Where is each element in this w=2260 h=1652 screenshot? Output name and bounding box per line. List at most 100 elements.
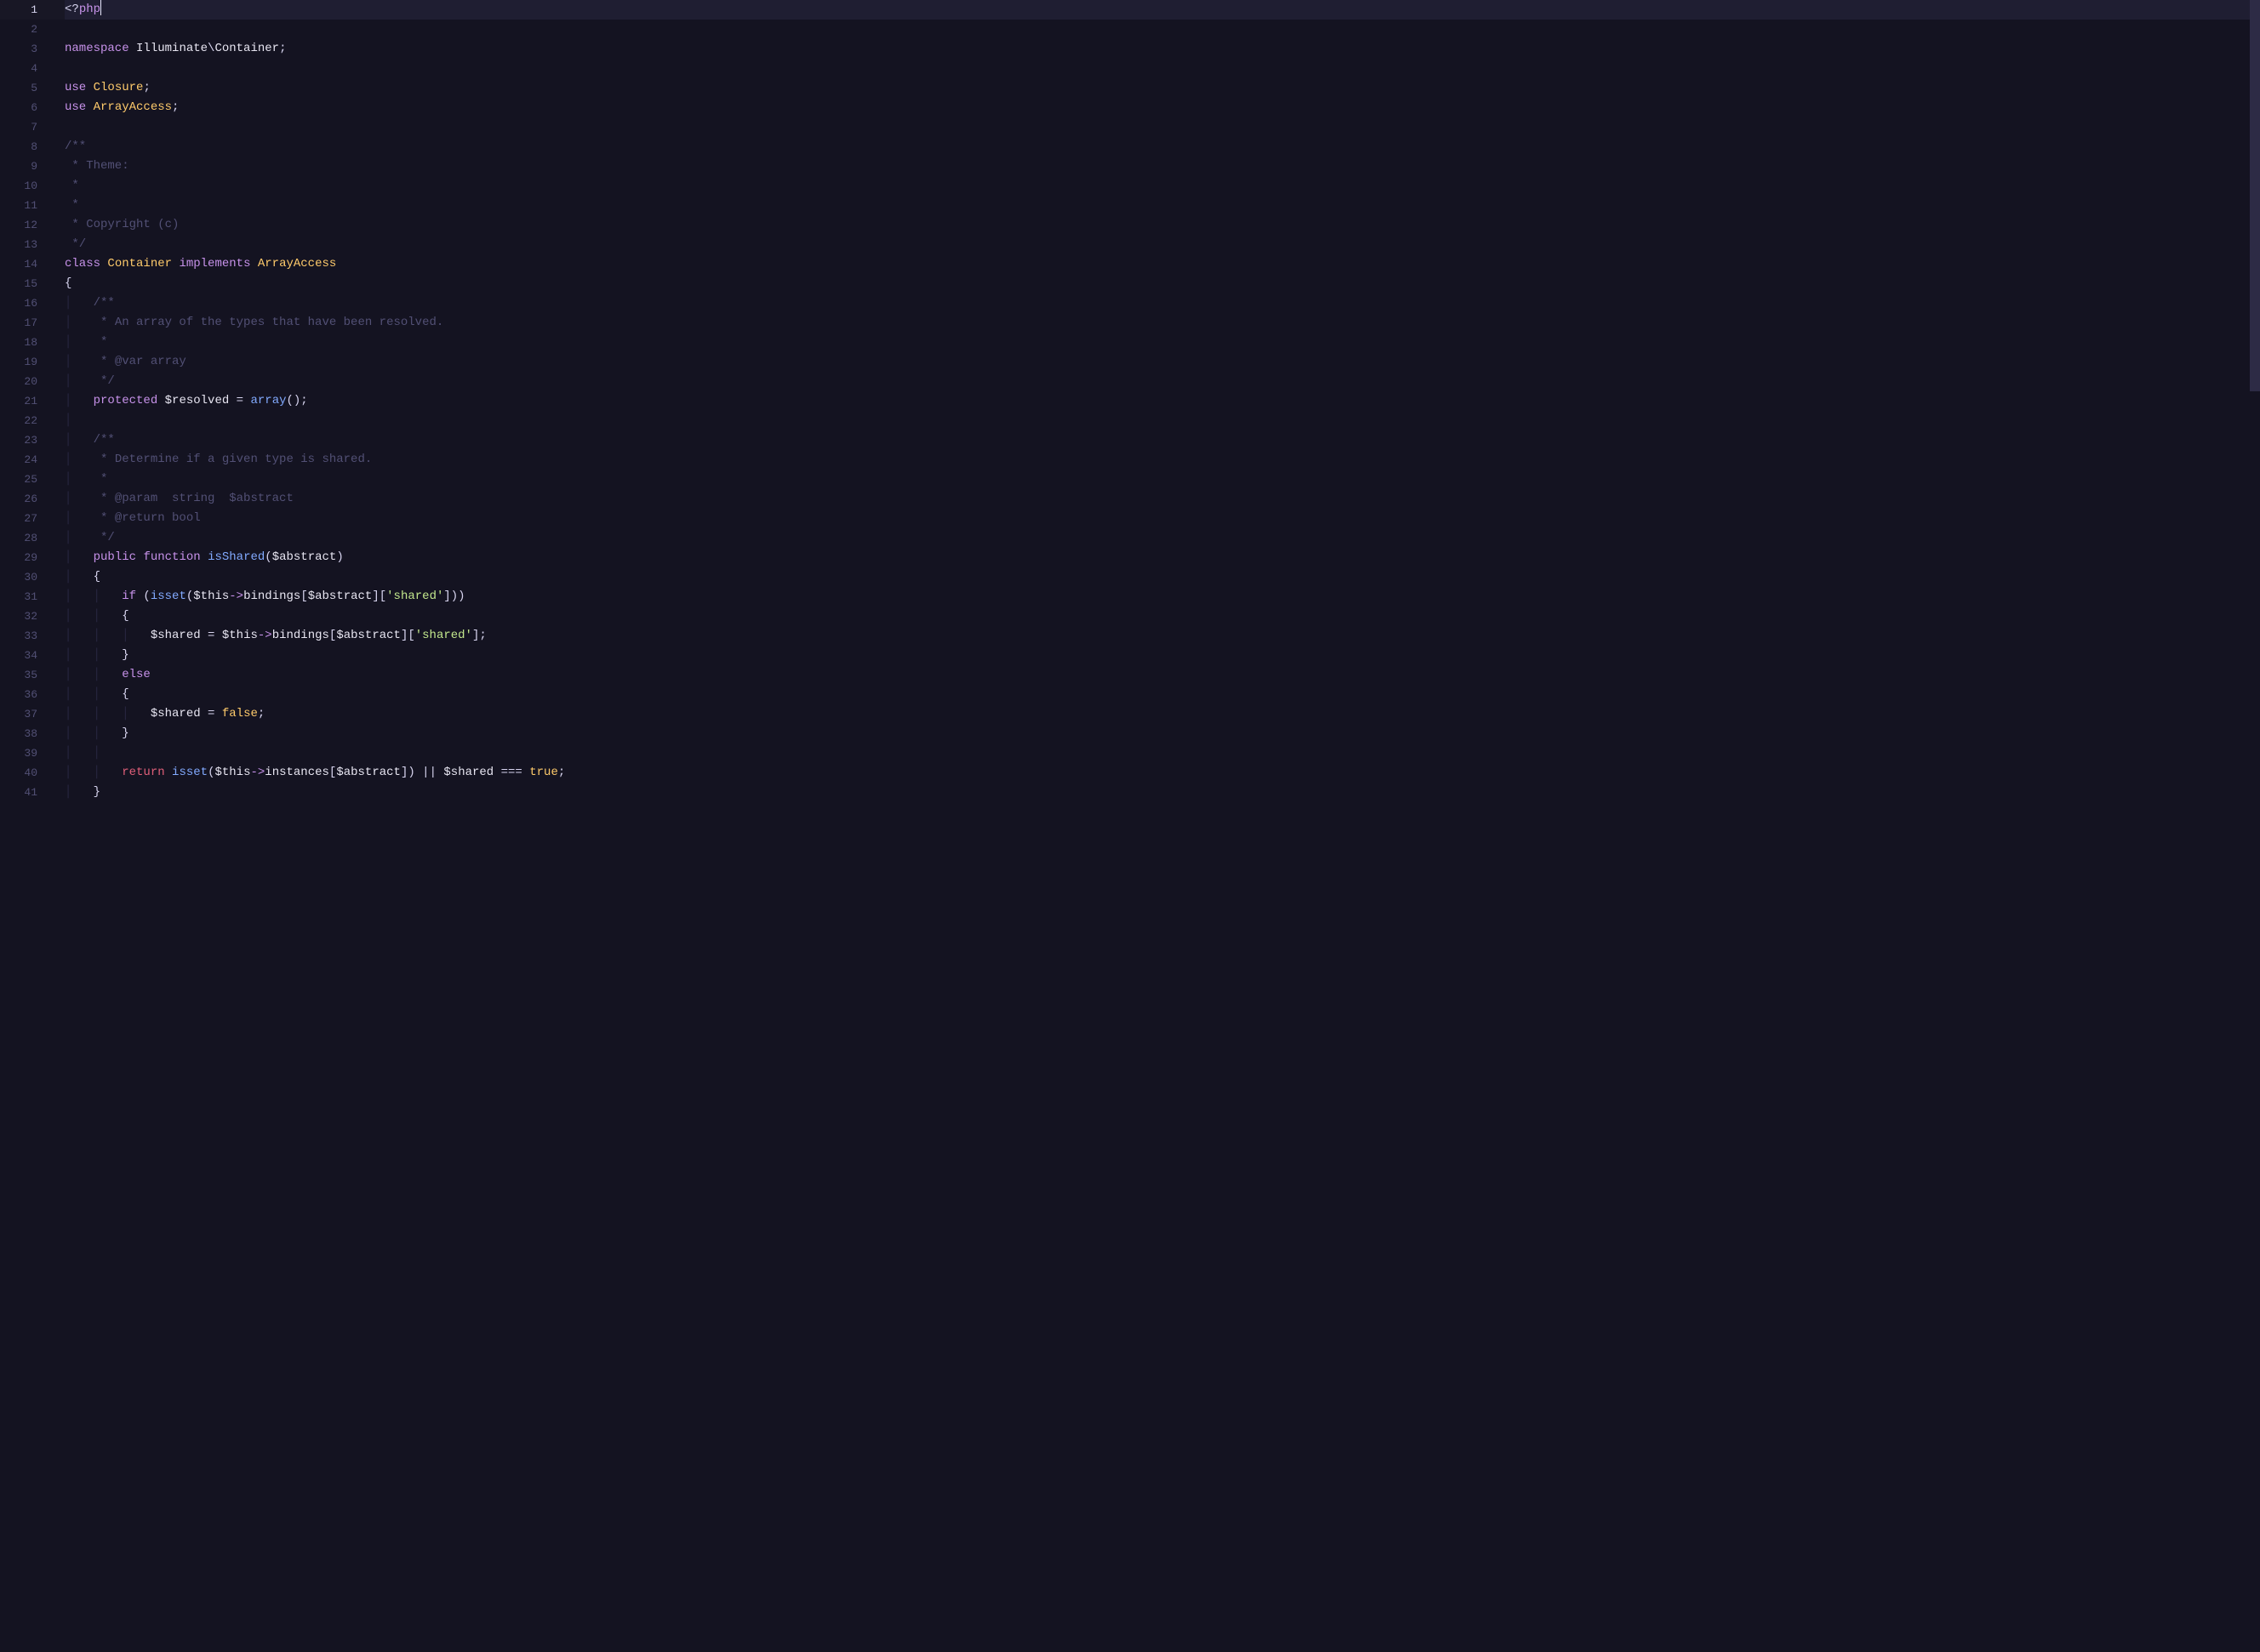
line-number[interactable]: 24 — [0, 450, 37, 470]
line-number[interactable]: 26 — [0, 489, 37, 509]
code-token: instances — [265, 766, 329, 779]
line-number[interactable]: 25 — [0, 470, 37, 489]
code-line[interactable]: * — [65, 176, 2250, 196]
code-line[interactable]: │ /** — [65, 430, 2250, 450]
code-line[interactable]: │ } — [65, 783, 2250, 802]
code-line[interactable]: │ * — [65, 470, 2250, 489]
code-line[interactable] — [65, 59, 2250, 78]
code-line[interactable]: │ * — [65, 333, 2250, 352]
code-token: /** — [94, 296, 115, 310]
line-number[interactable]: 34 — [0, 646, 37, 665]
code-editor[interactable]: 1234567891011121314151617181920212223242… — [0, 0, 2260, 1652]
code-token: -> — [250, 766, 265, 779]
code-line[interactable]: { — [65, 274, 2250, 293]
code-line[interactable]: │ /** — [65, 293, 2250, 313]
line-number[interactable]: 17 — [0, 313, 37, 333]
code-line[interactable]: <?php — [65, 0, 2250, 20]
line-number[interactable]: 19 — [0, 352, 37, 372]
line-number[interactable]: 41 — [0, 783, 37, 802]
code-token — [214, 629, 221, 642]
line-number[interactable]: 18 — [0, 333, 37, 352]
line-number[interactable]: 7 — [0, 117, 37, 137]
code-line[interactable] — [65, 20, 2250, 39]
code-line[interactable]: class Container implements ArrayAccess — [65, 254, 2250, 274]
vertical-scrollbar-track[interactable] — [2250, 0, 2260, 1652]
code-line[interactable]: │ */ — [65, 372, 2250, 391]
line-number-gutter[interactable]: 1234567891011121314151617181920212223242… — [0, 0, 53, 1652]
line-number[interactable]: 4 — [0, 59, 37, 78]
line-number[interactable]: 16 — [0, 293, 37, 313]
line-number[interactable]: 13 — [0, 235, 37, 254]
code-line[interactable]: │ │ │ $shared = false; — [65, 704, 2250, 724]
code-token: ]) — [401, 766, 422, 779]
code-line[interactable]: │ { — [65, 567, 2250, 587]
line-number[interactable]: 30 — [0, 567, 37, 587]
line-number[interactable]: 39 — [0, 743, 37, 763]
code-token — [229, 394, 236, 407]
line-number[interactable]: 27 — [0, 509, 37, 528]
code-line[interactable]: use Closure; — [65, 78, 2250, 98]
code-token: class — [65, 257, 100, 271]
code-line[interactable]: │ public function isShared($abstract) — [65, 548, 2250, 567]
line-number[interactable]: 36 — [0, 685, 37, 704]
code-line[interactable]: */ — [65, 235, 2250, 254]
code-line[interactable]: │ * Determine if a given type is shared. — [65, 450, 2250, 470]
line-number[interactable]: 29 — [0, 548, 37, 567]
line-number[interactable]: 5 — [0, 78, 37, 98]
code-line[interactable]: /** — [65, 137, 2250, 157]
code-token: │ — [65, 433, 94, 447]
code-line[interactable]: │ */ — [65, 528, 2250, 548]
code-line[interactable]: * — [65, 196, 2250, 215]
code-line[interactable]: │ │ — [65, 743, 2250, 763]
line-number[interactable]: 31 — [0, 587, 37, 607]
code-line[interactable]: │ │ else — [65, 665, 2250, 685]
code-line[interactable]: │ │ } — [65, 724, 2250, 743]
code-line[interactable]: │ * An array of the types that have been… — [65, 313, 2250, 333]
line-number[interactable]: 32 — [0, 607, 37, 626]
line-number[interactable]: 2 — [0, 20, 37, 39]
line-number[interactable]: 12 — [0, 215, 37, 235]
code-line[interactable]: │ protected $resolved = array(); — [65, 391, 2250, 411]
code-token: * @return bool — [94, 511, 201, 525]
line-number[interactable]: 15 — [0, 274, 37, 293]
code-line[interactable]: │ │ │ $shared = $this->bindings[$abstrac… — [65, 626, 2250, 646]
line-number[interactable]: 38 — [0, 724, 37, 743]
line-number[interactable]: 14 — [0, 254, 37, 274]
line-number[interactable]: 8 — [0, 137, 37, 157]
line-number[interactable]: 22 — [0, 411, 37, 430]
code-line[interactable] — [65, 117, 2250, 137]
code-line[interactable]: use ArrayAccess; — [65, 98, 2250, 117]
line-number[interactable]: 1 — [0, 0, 37, 20]
code-line[interactable]: │ * @param string $abstract — [65, 489, 2250, 509]
line-number[interactable]: 9 — [0, 157, 37, 176]
line-number[interactable]: 20 — [0, 372, 37, 391]
code-token: $shared — [151, 707, 201, 721]
line-number[interactable]: 35 — [0, 665, 37, 685]
code-token: use — [65, 81, 86, 94]
code-line[interactable]: │ — [65, 411, 2250, 430]
code-line[interactable]: │ * @var array — [65, 352, 2250, 372]
code-line[interactable]: │ │ } — [65, 646, 2250, 665]
line-number[interactable]: 6 — [0, 98, 37, 117]
code-line[interactable]: │ │ { — [65, 685, 2250, 704]
line-number[interactable]: 3 — [0, 39, 37, 59]
line-number[interactable]: 10 — [0, 176, 37, 196]
vertical-scrollbar-thumb[interactable] — [2250, 0, 2260, 391]
line-number[interactable]: 33 — [0, 626, 37, 646]
line-number[interactable]: 37 — [0, 704, 37, 724]
code-line[interactable]: * Theme: — [65, 157, 2250, 176]
line-number[interactable]: 23 — [0, 430, 37, 450]
line-number[interactable]: 40 — [0, 763, 37, 783]
code-area[interactable]: <?php namespace Illuminate\Container; use … — [53, 0, 2250, 1652]
code-line[interactable]: │ * @return bool — [65, 509, 2250, 528]
code-line[interactable]: * Copyright (c) — [65, 215, 2250, 235]
line-number[interactable]: 28 — [0, 528, 37, 548]
line-number[interactable]: 11 — [0, 196, 37, 215]
line-number[interactable]: 21 — [0, 391, 37, 411]
code-line[interactable]: │ │ return isset($this->instances[$abstr… — [65, 763, 2250, 783]
code-token: if — [122, 590, 136, 603]
code-token: * Copyright (c) — [65, 218, 179, 231]
code-line[interactable]: namespace Illuminate\Container; — [65, 39, 2250, 59]
code-line[interactable]: │ │ { — [65, 607, 2250, 626]
code-line[interactable]: │ │ if (isset($this->bindings[$abstract]… — [65, 587, 2250, 607]
